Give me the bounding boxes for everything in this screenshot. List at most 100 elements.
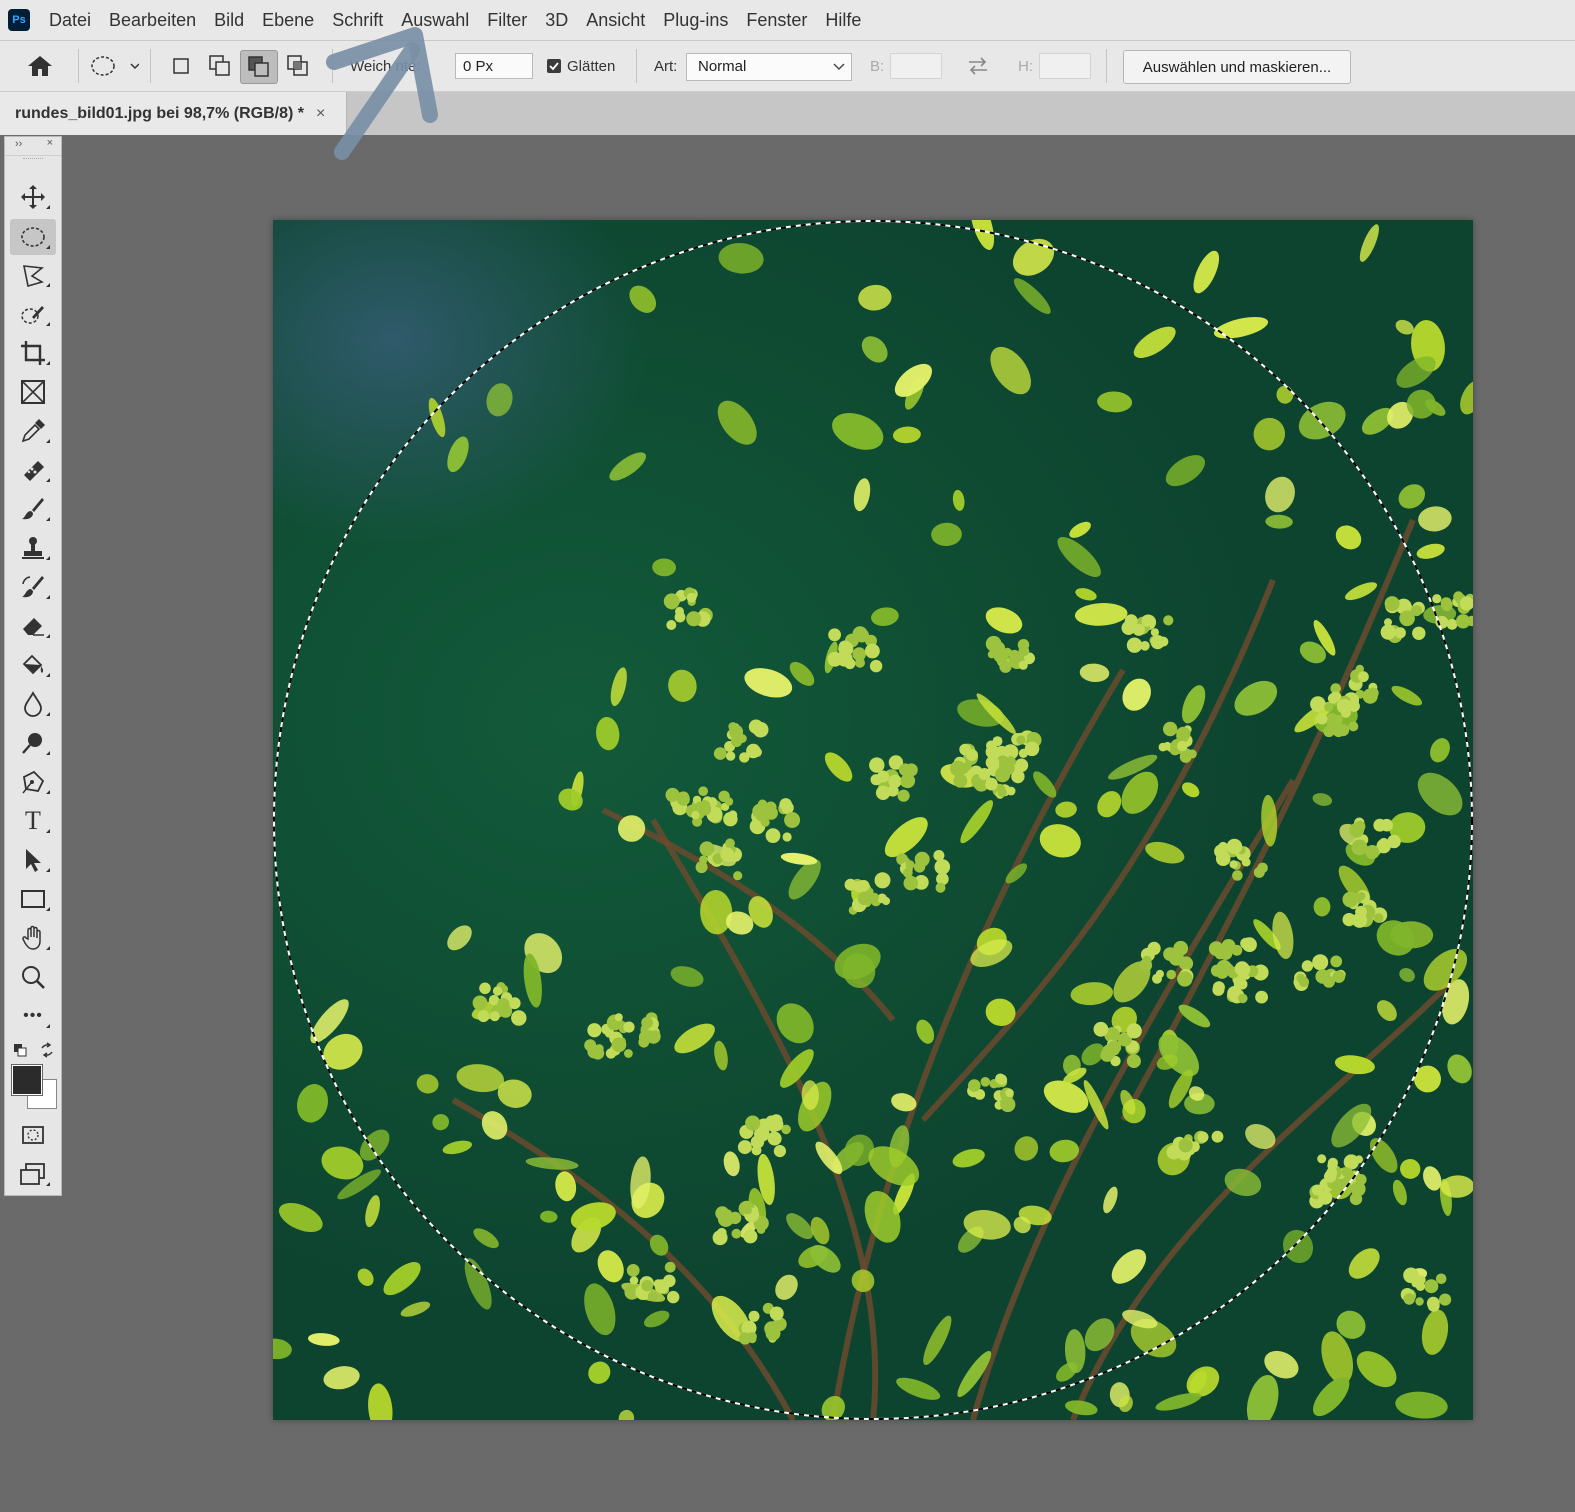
menu-ebene[interactable]: Ebene bbox=[253, 10, 323, 31]
foreground-color-swatch[interactable] bbox=[11, 1064, 43, 1096]
elliptical-marquee-tool-icon[interactable] bbox=[10, 219, 56, 255]
menu-fenster[interactable]: Fenster bbox=[737, 10, 816, 31]
leaf bbox=[1391, 685, 1423, 706]
leaf bbox=[668, 669, 697, 702]
more-tools-icon[interactable]: ••• bbox=[10, 998, 56, 1034]
paint-bucket-tool-icon[interactable] bbox=[10, 647, 56, 683]
intersect-selection-icon[interactable] bbox=[280, 50, 316, 82]
clone-stamp-tool-icon[interactable] bbox=[10, 530, 56, 566]
menu-bearbeiten[interactable]: Bearbeiten bbox=[100, 10, 205, 31]
leaf bbox=[540, 1210, 558, 1223]
style-select-value: Normal bbox=[698, 58, 747, 75]
brush-tool-icon[interactable] bbox=[10, 491, 56, 527]
leaf bbox=[1074, 603, 1128, 626]
leaf bbox=[1414, 1065, 1441, 1093]
leaf bbox=[896, 1377, 941, 1400]
panel-grip[interactable] bbox=[23, 158, 43, 169]
leaf bbox=[674, 1023, 715, 1054]
menu-auswahl[interactable]: Auswahl bbox=[392, 10, 478, 31]
leaf bbox=[1070, 982, 1114, 1006]
leaf bbox=[1392, 1179, 1407, 1206]
leaf bbox=[1417, 772, 1463, 816]
width-input bbox=[890, 53, 942, 79]
leaf bbox=[775, 1274, 798, 1300]
healing-brush-tool-icon[interactable] bbox=[10, 452, 56, 488]
feather-label: Weich nte: bbox=[350, 57, 421, 75]
quick-mask-icon[interactable] bbox=[10, 1117, 56, 1153]
leaf bbox=[861, 336, 888, 363]
home-icon[interactable] bbox=[22, 50, 58, 82]
menu-plug-ins[interactable]: Plug-ins bbox=[654, 10, 737, 31]
blur-tool-icon[interactable] bbox=[10, 686, 56, 722]
leaf bbox=[610, 667, 627, 707]
screen-mode-icon[interactable] bbox=[10, 1156, 56, 1192]
crop-tool-icon[interactable] bbox=[10, 335, 56, 371]
menu-bild[interactable]: Bild bbox=[205, 10, 253, 31]
expand-panel-icon[interactable]: ›› bbox=[15, 138, 22, 150]
leaf bbox=[1012, 238, 1055, 276]
leaf bbox=[1133, 326, 1176, 358]
leaf bbox=[1122, 678, 1151, 711]
leaf bbox=[1057, 536, 1101, 578]
leaf bbox=[1276, 385, 1294, 404]
leaf bbox=[1272, 911, 1294, 959]
leaf bbox=[853, 478, 871, 512]
leaf bbox=[1313, 897, 1331, 917]
leaf bbox=[1395, 1391, 1448, 1419]
flower-cluster bbox=[663, 587, 713, 630]
menu-filter[interactable]: Filter bbox=[478, 10, 536, 31]
lasso-tool-icon[interactable] bbox=[10, 257, 56, 293]
leaf bbox=[428, 397, 446, 438]
menu-3d[interactable]: 3D bbox=[536, 10, 577, 31]
add-to-selection-icon[interactable] bbox=[202, 50, 238, 82]
leaf bbox=[1013, 278, 1051, 314]
dodge-tool-icon[interactable] bbox=[10, 725, 56, 761]
document-tab[interactable]: rundes_bild01.jpg bei 98,7% (RGB/8) * × bbox=[0, 92, 347, 135]
menu-ansicht[interactable]: Ansicht bbox=[577, 10, 654, 31]
leaf bbox=[1234, 680, 1278, 716]
menu-schrift[interactable]: Schrift bbox=[323, 10, 392, 31]
leaf bbox=[717, 400, 757, 445]
default-colors-icon[interactable] bbox=[13, 1043, 27, 1057]
leaf bbox=[1430, 738, 1450, 763]
menu-datei[interactable]: Datei bbox=[40, 10, 100, 31]
document-image[interactable] bbox=[273, 220, 1473, 1420]
subtract-from-selection-icon[interactable] bbox=[240, 50, 278, 84]
leaf bbox=[952, 1148, 985, 1168]
frame-tool-icon[interactable] bbox=[10, 374, 56, 410]
eyedropper-tool-icon[interactable] bbox=[10, 413, 56, 449]
tool-preset-picker[interactable] bbox=[84, 50, 142, 82]
leaf bbox=[296, 1084, 329, 1123]
hand-tool-icon[interactable] bbox=[10, 920, 56, 956]
leaf bbox=[1398, 484, 1426, 509]
close-icon[interactable]: × bbox=[316, 105, 325, 123]
antialias-checkbox[interactable]: Glätten bbox=[547, 41, 615, 91]
close-panel-icon[interactable]: × bbox=[47, 137, 53, 149]
eraser-tool-icon[interactable] bbox=[10, 608, 56, 644]
move-tool-icon[interactable] bbox=[10, 179, 56, 215]
leaf bbox=[744, 668, 793, 698]
feather-input[interactable]: 0 Px bbox=[455, 53, 533, 79]
swap-colors-icon[interactable] bbox=[39, 1042, 55, 1058]
flower-cluster bbox=[869, 755, 918, 802]
options-bar: Weich nte: 0 Px Glätten Art: Normal B: H… bbox=[0, 41, 1575, 92]
style-select[interactable]: Normal bbox=[686, 53, 852, 81]
leaf bbox=[851, 1269, 875, 1293]
flower-cluster bbox=[737, 1114, 791, 1158]
pen-tool-icon[interactable] bbox=[10, 764, 56, 800]
flower-cluster bbox=[1342, 890, 1388, 928]
rectangle-tool-icon[interactable] bbox=[10, 881, 56, 917]
leaf bbox=[1065, 1400, 1098, 1416]
leaf bbox=[718, 243, 764, 274]
path-selection-tool-icon[interactable] bbox=[10, 842, 56, 878]
type-tool-icon[interactable]: T bbox=[10, 803, 56, 839]
quick-selection-tool-icon[interactable] bbox=[10, 296, 56, 332]
zoom-tool-icon[interactable] bbox=[10, 959, 56, 995]
more-tools-glyph: ••• bbox=[23, 1007, 43, 1024]
leaf bbox=[400, 1301, 431, 1317]
history-brush-tool-icon[interactable] bbox=[10, 569, 56, 605]
select-and-mask-button[interactable]: Auswählen und maskieren... bbox=[1123, 50, 1351, 84]
leaf bbox=[481, 1111, 508, 1140]
menu-hilfe[interactable]: Hilfe bbox=[816, 10, 870, 31]
new-selection-icon[interactable] bbox=[163, 50, 199, 82]
